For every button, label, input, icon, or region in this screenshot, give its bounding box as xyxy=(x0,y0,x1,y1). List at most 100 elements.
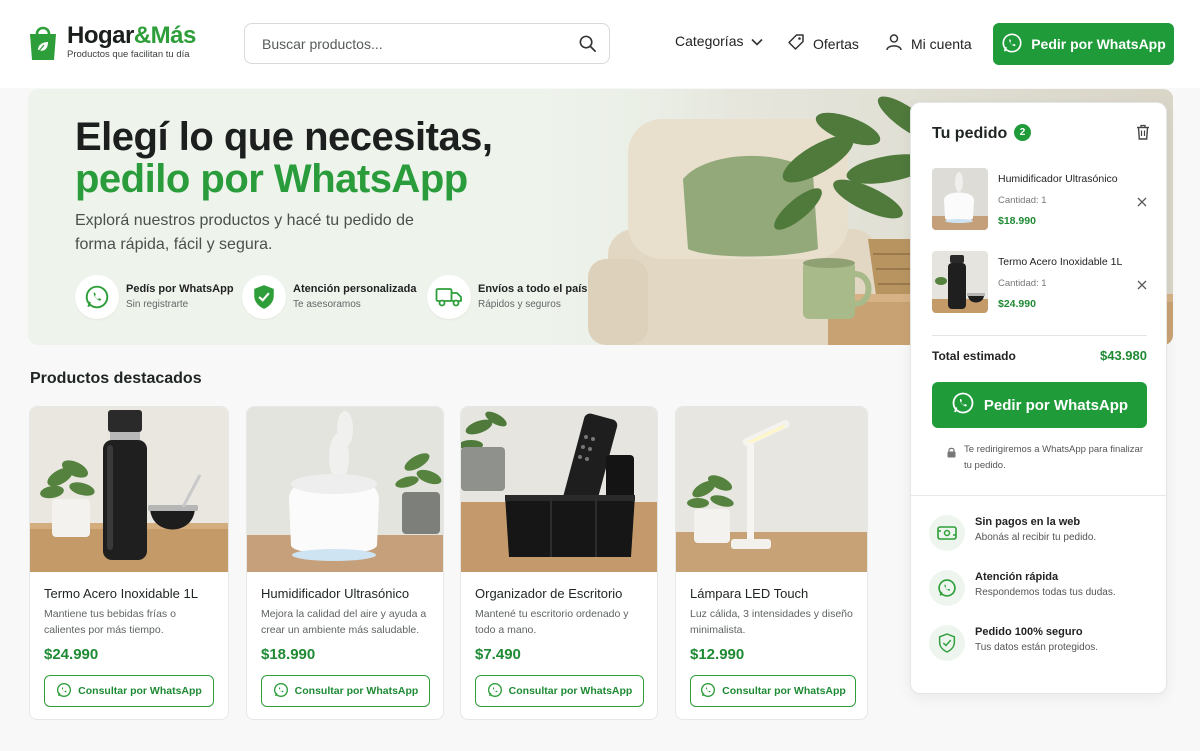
brand-name: Hogar&Más xyxy=(67,22,196,49)
cart-whatsapp-button[interactable]: Pedir por WhatsApp xyxy=(932,382,1147,428)
cart-item-quantity: Cantidad: 1 xyxy=(998,195,1047,206)
cash-icon xyxy=(929,515,965,551)
feature-subtitle: Te asesoramos xyxy=(293,299,361,310)
product-price: $7.490 xyxy=(475,646,521,663)
cart-item-price: $18.990 xyxy=(998,215,1036,227)
nav-ofertas-label: Ofertas xyxy=(813,35,859,52)
brand-logo[interactable]: Hogar&Más Productos que facilitan tu día xyxy=(27,22,196,62)
product-price: $24.990 xyxy=(44,646,99,663)
product-image-lampara xyxy=(676,407,867,572)
cart-item: Termo Acero Inoxidable 1L Cantidad: 1 $2… xyxy=(932,251,1152,313)
product-description: Mantiene tus bebidas frías o calientes p… xyxy=(44,608,176,636)
whatsapp-icon xyxy=(700,682,716,701)
product-card-organizador[interactable]: Organizador de Escritorio Mantené tu esc… xyxy=(460,406,658,720)
chevron-down-icon xyxy=(751,33,764,49)
cart-item-quantity: Cantidad: 1 xyxy=(998,278,1047,289)
consultar-whatsapp-button[interactable]: Consultar por WhatsApp xyxy=(475,675,644,707)
guarantee-subtitle: Abonás al recibir tu pedido. xyxy=(975,532,1097,543)
product-price: $12.990 xyxy=(690,646,745,663)
feature-subtitle: Sin registrarte xyxy=(126,299,189,310)
hero-title-highlight: pedilo por WhatsApp xyxy=(75,157,468,201)
product-name[interactable]: Lámpara LED Touch xyxy=(690,586,808,601)
lock-icon xyxy=(947,445,956,463)
cart-divider xyxy=(932,335,1147,336)
product-description: Mantené tu escritorio ordenado y todo a … xyxy=(475,608,629,636)
product-image-humidificador xyxy=(247,407,443,572)
cart-item-thumbnail xyxy=(932,168,988,230)
product-name[interactable]: Termo Acero Inoxidable 1L xyxy=(44,586,198,601)
guarantee-subtitle: Respondemos todas tus dudas. xyxy=(975,587,1116,598)
search-input[interactable] xyxy=(262,35,562,52)
cart-item: Humidificador Ultrasónico Cantidad: 1 $1… xyxy=(932,168,1152,230)
shopping-bag-logo-icon xyxy=(27,22,59,62)
cart-item-name: Termo Acero Inoxidable 1L xyxy=(998,256,1123,268)
whatsapp-icon xyxy=(929,570,965,606)
consultar-whatsapp-label: Consultar por WhatsApp xyxy=(294,685,419,697)
order-cart-panel: Tu pedido 2 Humidificador Ultrasónico Ca… xyxy=(910,102,1167,694)
cart-redirect-note: Te redirigiremos a WhatsApp para finaliz… xyxy=(964,444,1143,471)
whatsapp-icon xyxy=(56,682,72,701)
product-name[interactable]: Organizador de Escritorio xyxy=(475,586,622,601)
whatsapp-icon xyxy=(951,391,975,419)
guarantee-subtitle: Tus datos están protegidos. xyxy=(975,642,1099,653)
cart-item-name: Humidificador Ultrasónico xyxy=(998,173,1118,185)
consultar-whatsapp-button[interactable]: Consultar por WhatsApp xyxy=(44,675,214,707)
products-section-title: Productos destacados xyxy=(30,370,202,387)
product-image-organizador xyxy=(461,407,657,572)
whatsapp-icon xyxy=(1001,32,1023,57)
product-name[interactable]: Humidificador Ultrasónico xyxy=(261,586,409,601)
feature-atencion: Atención personalizada Te asesoramos xyxy=(242,275,416,319)
close-icon[interactable] xyxy=(1137,277,1147,295)
cart-count-badge: 2 xyxy=(1014,124,1031,141)
cart-item-price: $24.990 xyxy=(998,298,1036,310)
nav-categorias-label: Categorías xyxy=(675,33,744,49)
consultar-whatsapp-label: Consultar por WhatsApp xyxy=(508,685,633,697)
user-icon xyxy=(885,33,903,54)
whatsapp-icon xyxy=(487,682,503,701)
product-description: Luz cálida, 3 intensidades y diseño mini… xyxy=(690,608,853,636)
consultar-whatsapp-button[interactable]: Consultar por WhatsApp xyxy=(690,675,856,707)
feature-subtitle: Rápidos y seguros xyxy=(478,299,561,310)
close-icon[interactable] xyxy=(1137,194,1147,212)
guarantee-item: Sin pagos en la web Abonás al recibir tu… xyxy=(929,515,1159,555)
truck-icon xyxy=(427,275,471,319)
nav-ofertas[interactable]: Ofertas xyxy=(787,33,859,54)
guarantee-item: Atención rápida Respondemos todas tus du… xyxy=(929,570,1159,610)
site-header: Hogar&Más Productos que facilitan tu día… xyxy=(0,0,1200,88)
nav-categorias[interactable]: Categorías xyxy=(675,33,764,49)
hero-title: Elegí lo que necesitas, xyxy=(75,115,493,159)
feature-title: Pedís por WhatsApp xyxy=(126,283,234,295)
hero-subtitle: Explorá nuestros productos y hacé tu ped… xyxy=(75,212,414,253)
product-card-lampara[interactable]: Lámpara LED Touch Luz cálida, 3 intensid… xyxy=(675,406,868,720)
product-card-humidificador[interactable]: Humidificador Ultrasónico Mejora la cali… xyxy=(246,406,444,720)
consultar-whatsapp-label: Consultar por WhatsApp xyxy=(78,685,202,697)
nav-mi-cuenta[interactable]: Mi cuenta xyxy=(885,33,972,54)
header-whatsapp-button[interactable]: Pedir por WhatsApp xyxy=(993,23,1174,65)
trash-icon[interactable] xyxy=(1136,124,1150,145)
nav-mi-cuenta-label: Mi cuenta xyxy=(911,35,972,52)
feature-envios: Envíos a todo el país Rápidos y seguros xyxy=(427,275,587,319)
cart-total-label: Total estimado xyxy=(932,349,1016,363)
product-price: $18.990 xyxy=(261,646,316,663)
cart-whatsapp-label: Pedir por WhatsApp xyxy=(983,396,1129,414)
cart-divider xyxy=(911,495,1166,496)
guarantee-title: Atención rápida xyxy=(975,571,1059,583)
search-box xyxy=(244,23,610,64)
cart-item-thumbnail xyxy=(932,251,988,313)
cart-title: Tu pedido xyxy=(932,125,1008,142)
shield-check-icon xyxy=(929,625,965,661)
product-card-termo[interactable]: Termo Acero Inoxidable 1L Mantiene tus b… xyxy=(29,406,229,720)
product-image-termo xyxy=(30,407,228,572)
guarantee-title: Pedido 100% seguro xyxy=(975,626,1083,638)
consultar-whatsapp-button[interactable]: Consultar por WhatsApp xyxy=(261,675,430,707)
header-whatsapp-label: Pedir por WhatsApp xyxy=(1031,36,1166,52)
tag-icon xyxy=(787,33,805,54)
guarantee-title: Sin pagos en la web xyxy=(975,516,1081,528)
shield-check-icon xyxy=(242,275,286,319)
whatsapp-icon xyxy=(273,682,289,701)
brand-tagline: Productos que facilitan tu día xyxy=(67,49,190,60)
cart-total-value: $43.980 xyxy=(1100,348,1147,363)
search-icon[interactable] xyxy=(578,34,597,58)
feature-whatsapp: Pedís por WhatsApp Sin registrarte xyxy=(75,275,234,319)
consultar-whatsapp-label: Consultar por WhatsApp xyxy=(722,685,846,697)
